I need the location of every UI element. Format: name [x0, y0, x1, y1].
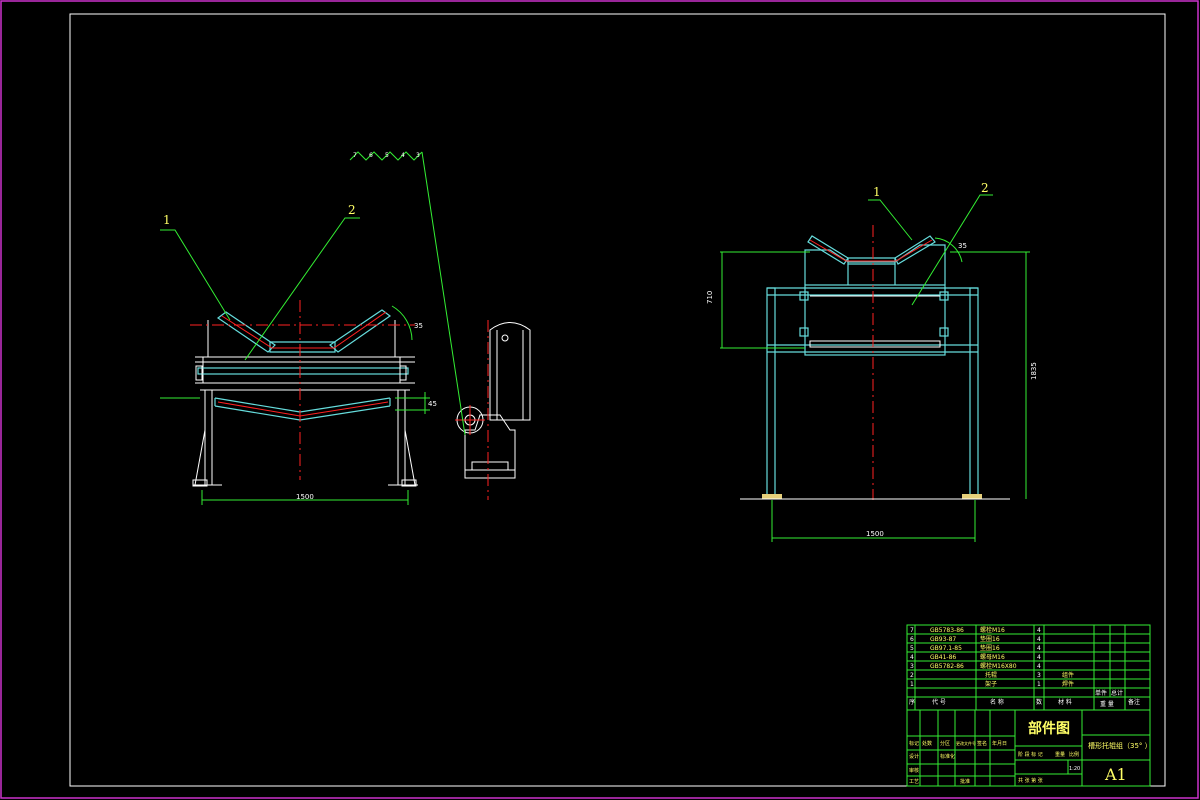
bom-name: 螺栓M16	[980, 626, 1005, 634]
drawing-canvas: 1 2 1500 35 45 7 6 5 4 3 1 2 1500 710 18…	[0, 0, 1199, 799]
bom-table: 7 GB5783-86 螺栓M16 4 6 GB93-87 垫圈16 4 5 G…	[909, 626, 1140, 708]
left-callout-1: 1	[163, 213, 171, 227]
title-block-text: 部件图 槽形托辊组（35° ） A1 标记 处数 分区 更改文件号 签名 年月日…	[909, 720, 1152, 785]
part-name: 槽形托辊组（35° ）	[1088, 741, 1152, 750]
bom-header-qty: 数	[1036, 698, 1042, 706]
bom-qty: 3	[1037, 672, 1041, 679]
side-balloon-5: 5	[385, 152, 389, 159]
left-dim-angle: 35	[414, 322, 423, 330]
standard-label: 标准化	[940, 753, 955, 760]
bom-no: 3	[910, 663, 914, 670]
scale-value: 1:20	[1069, 766, 1080, 772]
right-callout-2: 2	[981, 181, 989, 195]
row-label-date: 年月日	[992, 740, 1007, 747]
bom-row-2: 2 托辊 3 组件	[910, 671, 1074, 679]
side-balloon-6: 6	[369, 152, 373, 159]
approve-label: 批准	[960, 778, 970, 785]
bom-qty: 4	[1037, 654, 1041, 661]
bom-material: 焊件	[1062, 680, 1074, 688]
bom-no: 4	[910, 654, 914, 661]
sheet-size: A1	[1104, 765, 1127, 784]
bom-header-total-weight: 总计	[1111, 689, 1123, 697]
stage-label: 阶 段 标 记	[1018, 751, 1043, 758]
bom-name: 架子	[985, 680, 997, 688]
side-balloon-4: 4	[401, 152, 405, 159]
right-dim-angle: 35	[958, 242, 967, 250]
row-label-signature: 签名	[977, 740, 987, 747]
side-balloon-7: 7	[353, 152, 357, 159]
bom-qty: 4	[1037, 645, 1041, 652]
bom-code: GB93-87	[930, 636, 956, 643]
right-dim-height-total: 1835	[1030, 362, 1038, 380]
side-balloon-3: 3	[416, 152, 420, 159]
bom-header-weight: 重 量	[1100, 700, 1114, 708]
right-front-view: 1 2 1500 710 1835 35	[706, 181, 1038, 542]
bom-header-code: 代 号	[932, 698, 946, 706]
row-label-zone: 分区	[940, 740, 950, 747]
right-dim-width: 1500	[866, 530, 884, 538]
scale-label: 比例	[1069, 751, 1079, 758]
bom-name: 垫圈16	[980, 635, 1000, 643]
left-callout-2: 2	[348, 203, 356, 217]
bom-material: 组件	[1062, 671, 1074, 679]
right-dim-height-small: 710	[706, 291, 714, 304]
row-label-change-doc: 更改文件号	[956, 740, 976, 746]
bom-no: 6	[910, 636, 914, 643]
side-view: 7 6 5 4 3	[349, 151, 531, 500]
left-dim-small: 45	[428, 400, 437, 408]
drawing-name: 部件图	[1028, 720, 1070, 737]
bom-header-no: 序	[909, 698, 915, 706]
bom-name: 托辊	[985, 671, 997, 679]
bom-name: 螺母M16	[980, 653, 1005, 661]
bom-qty: 1	[1037, 681, 1041, 688]
sheet-outer-border	[0, 0, 1199, 799]
designer-label: 设计	[909, 753, 919, 760]
left-front-view: 1 2 1500 35 45	[160, 203, 437, 505]
bom-code: GB97.1-85	[930, 645, 962, 652]
bom-no: 5	[910, 645, 914, 652]
row-label-mark: 标记	[909, 740, 919, 747]
bom-code: GB41-86	[930, 654, 956, 661]
bom-no: 1	[910, 681, 914, 688]
weight-label: 重量	[1055, 751, 1065, 758]
bom-header-unit-weight: 单件	[1095, 689, 1107, 697]
bom-name: 螺栓M16X80	[980, 662, 1017, 670]
bom-qty: 4	[1037, 627, 1041, 634]
bom-qty: 4	[1037, 636, 1041, 643]
review-label: 审核	[909, 767, 919, 774]
bom-name: 垫圈16	[980, 644, 1000, 652]
bom-code: GB5782-86	[930, 663, 964, 670]
bom-code: GB5783-86	[930, 627, 964, 634]
right-callout-1: 1	[873, 185, 881, 199]
left-dim-width: 1500	[296, 493, 314, 501]
row-label-count: 处数	[922, 740, 932, 747]
bom-no: 7	[910, 627, 914, 634]
bom-qty: 4	[1037, 663, 1041, 670]
bom-no: 2	[910, 672, 914, 679]
bom-header: 序 代 号 名 称 数 材 料 单件 总计 重 量 备注	[909, 689, 1140, 708]
sheets-label: 共 张 第 张	[1018, 777, 1043, 784]
bom-header-material: 材 料	[1058, 698, 1072, 706]
process-label: 工艺	[909, 779, 919, 785]
bom-row-1: 1 架子 1 焊件	[910, 680, 1074, 688]
bom-header-name: 名 称	[990, 698, 1004, 706]
bom-header-remark: 备注	[1128, 698, 1140, 706]
